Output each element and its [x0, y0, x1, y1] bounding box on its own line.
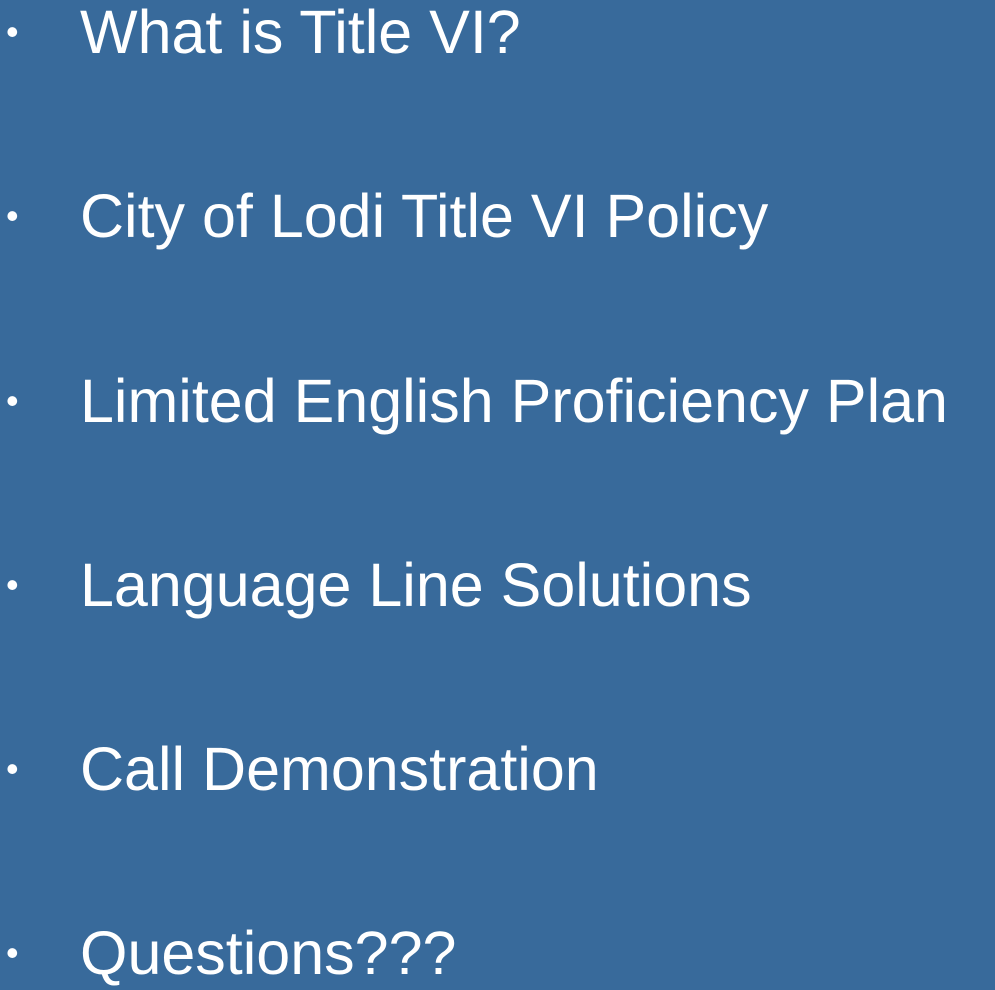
bullet-text: Questions???: [80, 919, 457, 987]
bullet-icon: •: [6, 380, 19, 421]
bullet-text: City of Lodi Title VI Policy: [80, 182, 769, 250]
bullet-icon: •: [6, 932, 19, 973]
bullet-text: Call Demonstration: [80, 735, 599, 803]
bullet-text: Limited English Proficiency Plan: [80, 367, 948, 435]
bullet-item-what-is-title-vi: • What is Title VI?: [0, 0, 995, 69]
bullet-icon: •: [6, 748, 19, 789]
bullet-item-city-policy: • City of Lodi Title VI Policy: [0, 179, 995, 253]
bullet-icon: •: [6, 195, 19, 236]
bullet-text: Language Line Solutions: [80, 551, 752, 619]
bullet-item-questions: • Questions???: [0, 916, 995, 990]
bullet-item-call-demo: • Call Demonstration: [0, 732, 995, 806]
bullet-item-lep-plan: • Limited English Proficiency Plan: [0, 364, 995, 438]
bullet-item-language-line: • Language Line Solutions: [0, 548, 995, 622]
bullet-icon: •: [6, 564, 19, 605]
bullet-icon: •: [6, 11, 19, 52]
bullet-text: What is Title VI?: [80, 0, 521, 66]
slide: • What is Title VI? • City of Lodi Title…: [0, 0, 995, 987]
